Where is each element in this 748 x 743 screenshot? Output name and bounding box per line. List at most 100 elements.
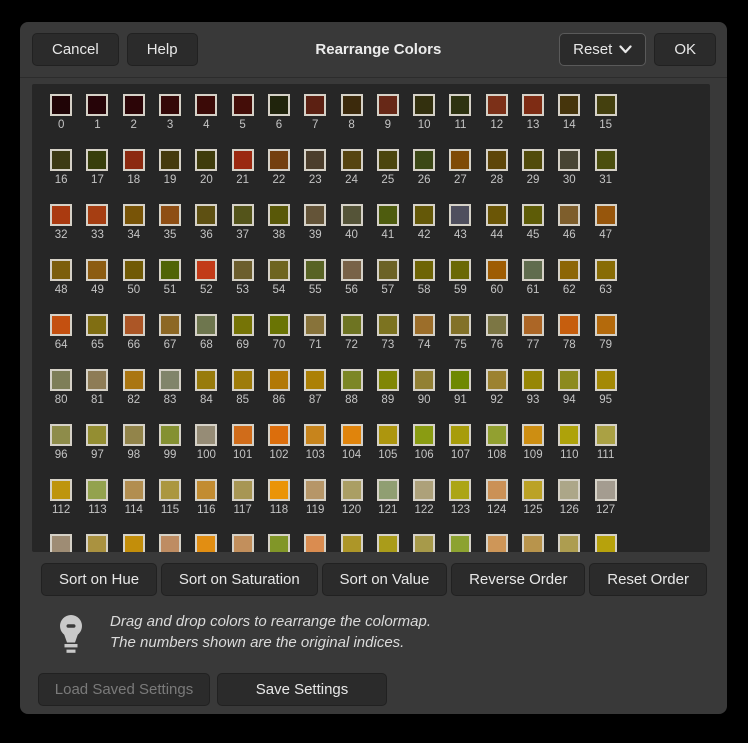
color-swatch-cell[interactable]: 127 (587, 479, 623, 534)
color-swatch-cell[interactable]: 106 (406, 424, 442, 479)
color-swatch-cell[interactable]: 46 (551, 204, 587, 259)
color-swatch-cell[interactable]: 116 (188, 479, 224, 534)
color-swatch-cell[interactable]: 118 (261, 479, 297, 534)
color-swatch[interactable] (486, 369, 508, 391)
color-swatch[interactable] (195, 424, 217, 446)
color-swatch-cell[interactable]: 54 (261, 259, 297, 314)
color-swatch-cell[interactable]: 104 (333, 424, 369, 479)
color-swatch-cell[interactable]: 63 (587, 259, 623, 314)
save-settings-button[interactable]: Save Settings (217, 673, 387, 706)
color-swatch-cell[interactable]: 65 (79, 314, 115, 369)
color-swatch-cell[interactable]: 75 (442, 314, 478, 369)
color-swatch-cell[interactable]: 32 (43, 204, 79, 259)
color-swatch-cell[interactable]: 27 (442, 149, 478, 204)
color-swatch[interactable] (268, 534, 290, 552)
color-swatch[interactable] (449, 204, 471, 226)
color-swatch[interactable] (195, 314, 217, 336)
color-swatch-cell[interactable]: 79 (587, 314, 623, 369)
color-swatch-cell[interactable]: 39 (297, 204, 333, 259)
color-swatch[interactable] (449, 149, 471, 171)
color-swatch[interactable] (268, 369, 290, 391)
color-swatch[interactable] (595, 534, 617, 552)
color-swatch-cell[interactable]: 107 (442, 424, 478, 479)
color-swatch[interactable] (50, 479, 72, 501)
color-swatch[interactable] (449, 534, 471, 552)
color-swatch[interactable] (413, 534, 435, 552)
color-swatch-cell[interactable]: 34 (116, 204, 152, 259)
color-swatch-cell[interactable]: 19 (152, 149, 188, 204)
color-swatch-cell[interactable]: 23 (297, 149, 333, 204)
color-swatch[interactable] (486, 479, 508, 501)
color-swatch[interactable] (86, 479, 108, 501)
color-swatch-cell[interactable]: 91 (442, 369, 478, 424)
color-swatch-cell[interactable]: 26 (406, 149, 442, 204)
color-swatch-cell[interactable]: 22 (261, 149, 297, 204)
color-swatch[interactable] (377, 479, 399, 501)
color-swatch[interactable] (268, 149, 290, 171)
color-swatch[interactable] (123, 259, 145, 281)
color-swatch-cell[interactable]: 77 (515, 314, 551, 369)
color-swatch[interactable] (304, 369, 326, 391)
color-swatch-cell[interactable]: 51 (152, 259, 188, 314)
color-swatch-cell[interactable]: 18 (116, 149, 152, 204)
color-swatch[interactable] (595, 149, 617, 171)
color-swatch[interactable] (159, 424, 181, 446)
color-swatch-cell[interactable]: 5 (224, 94, 260, 149)
color-swatch[interactable] (377, 259, 399, 281)
color-swatch[interactable] (558, 149, 580, 171)
color-swatch[interactable] (558, 94, 580, 116)
color-swatch[interactable] (195, 534, 217, 552)
color-swatch-cell[interactable]: 122 (406, 479, 442, 534)
color-swatch[interactable] (304, 204, 326, 226)
color-swatch-cell[interactable]: 45 (515, 204, 551, 259)
color-swatch-cell[interactable]: 101 (224, 424, 260, 479)
color-swatch[interactable] (123, 534, 145, 552)
color-swatch-cell[interactable]: 85 (224, 369, 260, 424)
color-swatch-cell[interactable]: 66 (116, 314, 152, 369)
color-swatch[interactable] (522, 314, 544, 336)
color-swatch[interactable] (377, 204, 399, 226)
color-swatch-cell[interactable]: 139 (442, 534, 478, 552)
color-swatch[interactable] (377, 314, 399, 336)
color-swatch[interactable] (449, 314, 471, 336)
color-swatch[interactable] (486, 534, 508, 552)
color-swatch-cell[interactable]: 25 (370, 149, 406, 204)
color-swatch[interactable] (268, 94, 290, 116)
color-swatch[interactable] (522, 534, 544, 552)
color-swatch[interactable] (486, 204, 508, 226)
color-swatch[interactable] (195, 479, 217, 501)
color-swatch-cell[interactable]: 108 (479, 424, 515, 479)
color-swatch-cell[interactable]: 33 (79, 204, 115, 259)
color-swatch-cell[interactable]: 47 (587, 204, 623, 259)
color-swatch-cell[interactable]: 48 (43, 259, 79, 314)
color-swatch[interactable] (195, 369, 217, 391)
color-swatch-cell[interactable]: 67 (152, 314, 188, 369)
color-swatch-cell[interactable]: 112 (43, 479, 79, 534)
color-swatch-cell[interactable]: 114 (116, 479, 152, 534)
color-swatch[interactable] (341, 259, 363, 281)
color-swatch[interactable] (123, 424, 145, 446)
color-swatch[interactable] (413, 94, 435, 116)
color-swatch[interactable] (558, 534, 580, 552)
color-swatch[interactable] (50, 314, 72, 336)
color-swatch-cell[interactable]: 7 (297, 94, 333, 149)
color-swatch[interactable] (304, 259, 326, 281)
color-swatch-cell[interactable]: 109 (515, 424, 551, 479)
color-swatch[interactable] (449, 424, 471, 446)
color-swatch[interactable] (377, 534, 399, 552)
color-swatch-cell[interactable]: 141 (515, 534, 551, 552)
color-swatch[interactable] (377, 424, 399, 446)
color-swatch-cell[interactable]: 110 (551, 424, 587, 479)
color-swatch[interactable] (413, 314, 435, 336)
color-swatch[interactable] (522, 369, 544, 391)
color-swatch[interactable] (304, 94, 326, 116)
color-swatch[interactable] (268, 479, 290, 501)
color-swatch-cell[interactable]: 88 (333, 369, 369, 424)
color-swatch[interactable] (558, 314, 580, 336)
color-swatch-cell[interactable]: 99 (152, 424, 188, 479)
color-swatch-cell[interactable]: 89 (370, 369, 406, 424)
color-swatch-cell[interactable]: 121 (370, 479, 406, 534)
color-swatch[interactable] (232, 534, 254, 552)
color-swatch-cell[interactable]: 102 (261, 424, 297, 479)
color-swatch[interactable] (413, 259, 435, 281)
